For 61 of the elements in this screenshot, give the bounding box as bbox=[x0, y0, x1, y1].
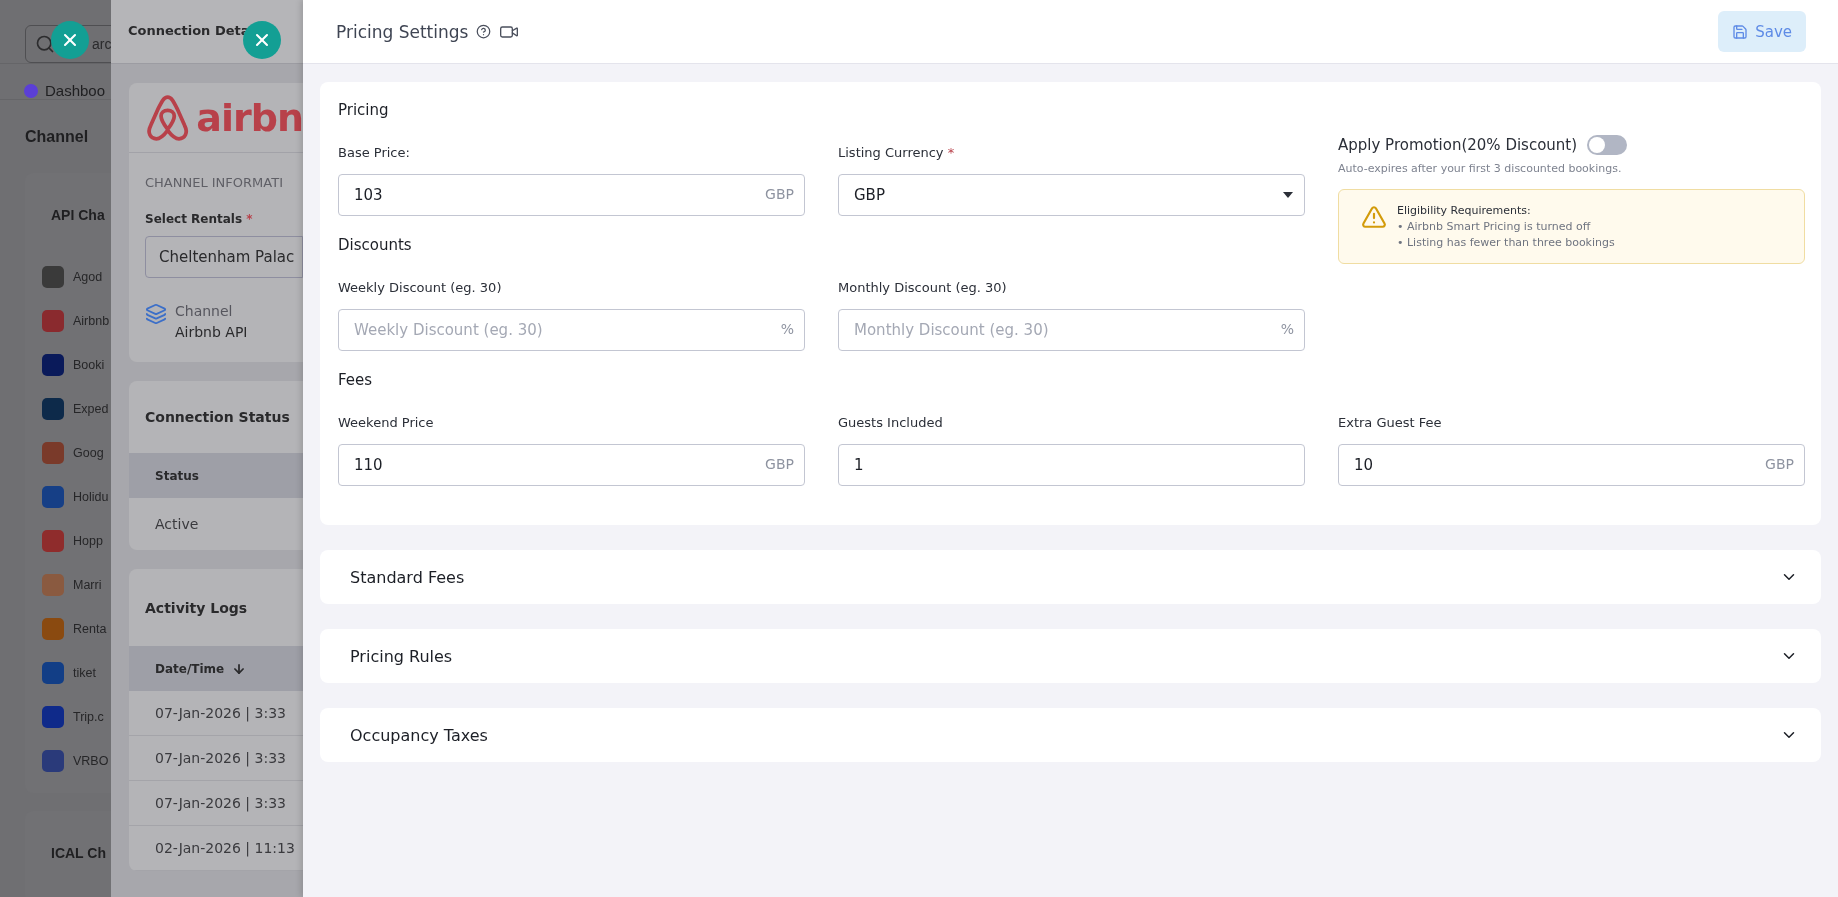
section-title: Fees bbox=[338, 371, 374, 391]
field-label: Listing Currency * bbox=[838, 145, 956, 162]
table-cell-text: Active bbox=[154, 515, 200, 534]
card-title: Connection Status bbox=[144, 408, 291, 427]
field-label: Weekend Price bbox=[338, 415, 435, 432]
promotion-label: Apply Promotion(20% Discount) bbox=[1338, 136, 1578, 154]
field-label: Base Price: bbox=[338, 145, 411, 162]
panel-title: Pricing Settings bbox=[336, 21, 469, 42]
unit-suffix: % bbox=[780, 321, 794, 337]
layers-icon bbox=[145, 303, 167, 325]
guests-included-field[interactable]: 1 bbox=[838, 444, 1305, 486]
accordion-header[interactable]: Standard Fees bbox=[320, 550, 1821, 604]
help-icon[interactable] bbox=[476, 24, 492, 39]
channel-value: Airbnb API bbox=[175, 324, 248, 340]
channel-item[interactable]: tiket bbox=[25, 651, 111, 695]
warning-icon bbox=[1361, 204, 1387, 230]
unit-suffix: % bbox=[1280, 321, 1294, 337]
field-label: Guests Included bbox=[838, 415, 944, 432]
channel-item[interactable]: Marri bbox=[25, 563, 111, 607]
save-icon bbox=[1732, 23, 1749, 40]
logo-text: airbn bbox=[196, 95, 303, 140]
channel-item[interactable]: VRBO bbox=[25, 739, 111, 783]
requirement-text: • Airbnb Smart Pricing is turned off bbox=[1397, 220, 1592, 233]
card-title: Activity Logs bbox=[144, 598, 249, 618]
column-header[interactable]: Date/Time bbox=[129, 646, 303, 691]
field-label: Monthly Discount (eg. 30) bbox=[838, 280, 1008, 297]
alert-title: Eligibility Requirements: bbox=[1397, 204, 1532, 217]
unit-suffix: GBP bbox=[765, 186, 794, 202]
promotion-toggle[interactable] bbox=[1587, 135, 1628, 155]
channel-item[interactable]: Holidu bbox=[25, 475, 111, 519]
channel-item[interactable]: Renta bbox=[25, 607, 111, 651]
channel-item[interactable]: Airbnb bbox=[25, 299, 111, 343]
requirement-text: • Listing has fewer than three bookings bbox=[1397, 236, 1615, 249]
caret-icon bbox=[1283, 192, 1293, 198]
group-title: ICAL Ch bbox=[50, 845, 107, 861]
field-label: Weekly Discount (eg. 30) bbox=[338, 280, 503, 297]
channel-item[interactable]: Booki bbox=[25, 343, 111, 387]
column-header: Status bbox=[129, 453, 303, 498]
channel-item[interactable]: Exped bbox=[25, 387, 111, 431]
channel-item[interactable]: Goog bbox=[25, 431, 111, 475]
channel-label: Channel bbox=[175, 303, 234, 319]
search-field[interactable]: arc bbox=[25, 25, 111, 63]
channel-item[interactable]: Hopp bbox=[25, 519, 111, 563]
section-title: Discounts bbox=[338, 236, 413, 256]
accordion-header[interactable]: Occupancy Taxes bbox=[320, 708, 1821, 762]
save-button[interactable]: Save bbox=[1718, 11, 1806, 52]
search-icon bbox=[35, 34, 55, 54]
section-heading: CHANNEL INFORMATI bbox=[145, 175, 284, 190]
accordion-header[interactable]: Pricing Rules bbox=[320, 629, 1821, 683]
group-title: API Cha bbox=[50, 207, 106, 223]
unit-suffix: GBP bbox=[1765, 456, 1794, 472]
rental-select[interactable]: Cheltenham Palac bbox=[145, 236, 303, 278]
channel-item[interactable]: Trip.c bbox=[25, 695, 111, 739]
currency-select[interactable]: GBP bbox=[838, 174, 1305, 216]
field-label: Select Rentals * bbox=[145, 212, 254, 226]
channel-item[interactable]: Agod bbox=[25, 255, 111, 299]
section-title: Pricing bbox=[338, 101, 390, 121]
promotion-note: Auto-expires after your first 3 discounted bookings. bbox=[1338, 162, 1623, 175]
field-label: Extra Guest Fee bbox=[1338, 415, 1443, 432]
unit-suffix: GBP bbox=[765, 456, 794, 472]
section-title: Channel bbox=[24, 127, 90, 146]
